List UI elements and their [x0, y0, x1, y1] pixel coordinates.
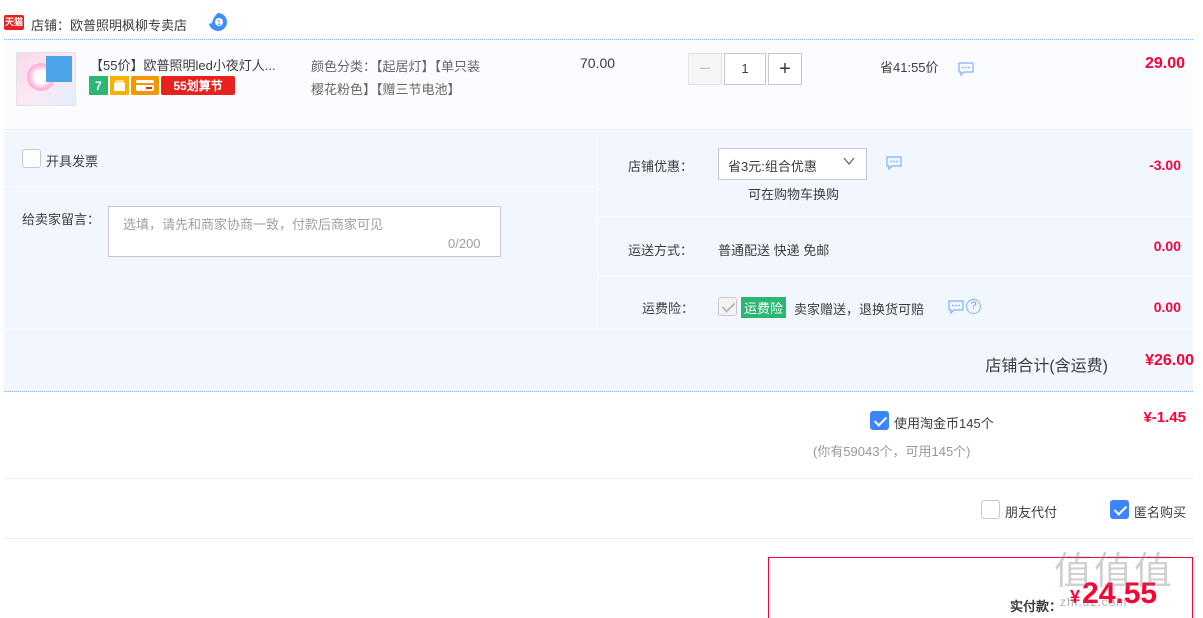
promo-badge: 55划算节	[161, 76, 235, 95]
message-char-count: 0/200	[448, 236, 481, 251]
friend-pay-checkbox[interactable]	[981, 500, 1000, 519]
shipping-label: 运送方式：	[628, 243, 694, 258]
watermark-url: zhi.uz.com	[1060, 595, 1128, 609]
svg-text:1: 1	[217, 19, 221, 27]
shop-discount-label: 店铺优惠：	[628, 159, 694, 174]
use-coins-checkbox[interactable]	[870, 411, 889, 430]
shipping-method: 普通配送 快递 免邮	[718, 243, 830, 258]
anonymous-purchase-label: 匿名购买	[1134, 505, 1187, 520]
sku-value-line2: 樱花粉色】【赠三节电池】	[311, 82, 461, 97]
divider	[4, 538, 1193, 539]
help-icon[interactable]: ?	[966, 299, 981, 314]
comment-icon[interactable]	[958, 62, 974, 76]
product-title-link[interactable]: 【55价】欧普照明led小夜灯人...	[90, 55, 302, 74]
anonymous-purchase-checkbox[interactable]	[1110, 500, 1129, 519]
chevron-down-icon	[843, 157, 855, 166]
insurance-checkbox[interactable]	[718, 297, 737, 316]
shop-discount-note: 可在购物车换购	[748, 187, 840, 202]
shipping-amount: 0.00	[1153, 238, 1181, 254]
tmall-logo: 天猫	[4, 15, 24, 30]
coins-discount-amount: ¥-1.45	[1143, 409, 1186, 426]
divider	[4, 186, 597, 187]
product-thumbnail[interactable]	[16, 52, 76, 106]
credit-card-icon	[131, 76, 159, 95]
friend-pay-label: 朋友代付	[1005, 505, 1058, 520]
product-tags: 7 55划算节	[89, 76, 235, 95]
insurance-label: 运费险：	[642, 301, 695, 316]
comment-icon[interactable]	[886, 156, 902, 170]
invoice-checkbox[interactable]	[22, 149, 41, 168]
wangwang-chat-icon[interactable]: 1	[208, 12, 228, 32]
insurance-amount: 0.00	[1153, 299, 1181, 315]
sku-label: 颜色分类：	[311, 59, 377, 74]
divider	[598, 276, 1193, 277]
shop-discount-value: 省3元:组合优惠	[728, 159, 817, 174]
shop-total-label: 店铺合计(含运费)	[985, 358, 1108, 375]
payment-label: 实付款：	[1010, 599, 1063, 614]
quantity-decrease-button[interactable]: −	[688, 53, 722, 85]
quantity-input[interactable]: 1	[724, 53, 766, 85]
sku-info: 颜色分类：【起居灯】【单只装 樱花粉色】【赠三节电池】	[311, 55, 551, 101]
unit-price: 70.00	[580, 55, 616, 71]
insurance-badge: 运费险	[741, 297, 787, 318]
divider	[4, 478, 1193, 479]
quantity-increase-button[interactable]: +	[768, 53, 802, 85]
insurance-desc: 卖家赠送，退换货可赔	[794, 302, 925, 317]
seven-day-return-icon: 7	[89, 76, 108, 95]
watermark-logo: 值值值	[1054, 549, 1175, 593]
store-service-icon	[110, 76, 129, 95]
coins-balance-note: (你有59043个，可用145个)	[813, 444, 971, 459]
comment-icon[interactable]	[948, 300, 964, 314]
divider	[598, 216, 1193, 217]
use-coins-label: 使用淘金币145个	[894, 416, 994, 431]
shop-total-amount: ¥26.00	[1145, 352, 1194, 369]
sku-value-line1: 【起居灯】【单只装	[376, 59, 481, 74]
saving-text: 省41:55价	[880, 60, 939, 75]
shop-name-link[interactable]: 店铺：欧普照明枫柳专卖店	[31, 15, 187, 34]
message-label: 给卖家留言：	[22, 212, 101, 227]
shop-discount-amount: -3.00	[1149, 157, 1181, 173]
message-placeholder: 选填，请先和商家协商一致，付款后商家可见	[123, 217, 384, 232]
invoice-label: 开具发票	[46, 154, 99, 169]
item-subtotal: 29.00	[1144, 55, 1185, 72]
